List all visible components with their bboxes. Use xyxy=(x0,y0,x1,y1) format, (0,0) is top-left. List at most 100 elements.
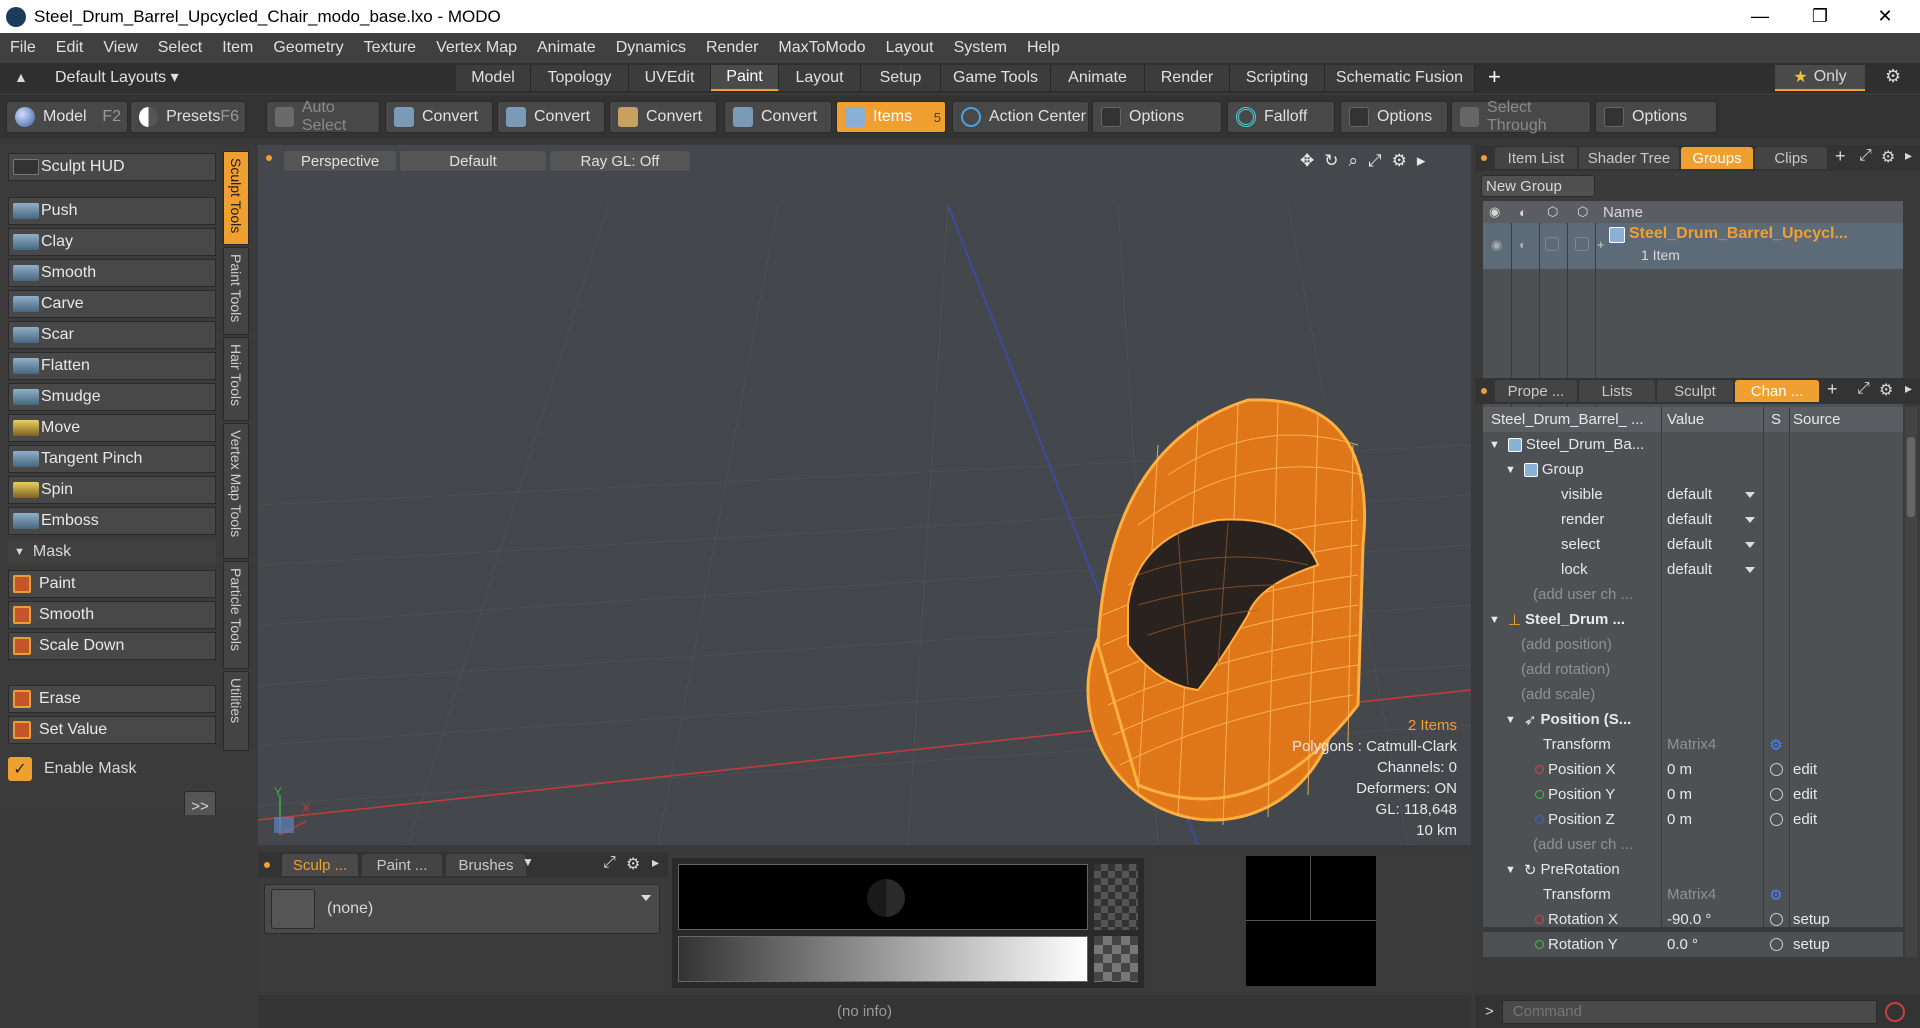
menu-maxtomodo[interactable]: MaxToModo xyxy=(768,39,875,57)
presets-button[interactable]: Presets F6 xyxy=(130,101,246,133)
menu-render[interactable]: Render xyxy=(696,39,768,57)
vtab-utilities[interactable]: Utilities xyxy=(223,671,249,751)
lock-checkbox[interactable] xyxy=(1545,237,1559,251)
options-button-3[interactable]: Options xyxy=(1595,101,1717,133)
tab-channels[interactable]: Chan ... xyxy=(1735,380,1819,402)
tab-sculpt[interactable]: Sculp ... xyxy=(282,854,358,876)
menu-dynamics[interactable]: Dynamics xyxy=(606,39,696,57)
tab-game-tools[interactable]: Game Tools xyxy=(941,65,1051,91)
convert-button-4[interactable]: Convert xyxy=(724,101,832,133)
play-icon[interactable]: ▸ xyxy=(1417,151,1426,171)
channel-row[interactable]: Transform Matrix4 ⚙ xyxy=(1483,732,1903,757)
lock-icon[interactable]: ⬡ xyxy=(1547,204,1558,220)
vtab-particle-tools[interactable]: Particle Tools xyxy=(223,561,249,669)
tab-uvedit[interactable]: UVEdit xyxy=(629,65,711,91)
menu-edit[interactable]: Edit xyxy=(46,39,94,57)
dropdown-arrow-icon[interactable] xyxy=(1745,567,1755,573)
tool-smudge[interactable]: Smudge xyxy=(8,383,216,411)
menu-layout[interactable]: Layout xyxy=(876,39,944,57)
set-value-button[interactable]: Set Value xyxy=(8,716,216,744)
state-circle-icon[interactable] xyxy=(1769,763,1783,776)
enable-mask-toggle[interactable]: ✓ Enable Mask xyxy=(8,754,216,784)
menu-file[interactable]: File xyxy=(0,39,46,57)
channel-row[interactable]: ▼ ⊥ Steel_Drum ... xyxy=(1483,607,1903,632)
vtab-sculpt-tools[interactable]: Sculpt Tools xyxy=(223,151,249,245)
maximize-icon[interactable]: ⤢ xyxy=(603,854,616,872)
tool-carve[interactable]: Carve xyxy=(8,290,216,318)
layout-up-icon[interactable]: ▲ xyxy=(14,69,28,85)
channel-row[interactable]: Position Z0 m edit xyxy=(1483,807,1903,832)
convert-button-3[interactable]: Convert xyxy=(609,101,717,133)
convert-button-2[interactable]: Convert xyxy=(497,101,605,133)
mask-tool-smooth[interactable]: Smooth xyxy=(8,601,216,629)
mask-tool-paint[interactable]: Paint xyxy=(8,570,216,598)
tab-clips[interactable]: Clips xyxy=(1755,147,1827,169)
add-layout-button[interactable]: + xyxy=(1488,64,1501,90)
channel-row[interactable]: (add user ch ... xyxy=(1483,832,1903,857)
tool-move[interactable]: Move xyxy=(8,414,216,442)
options-button-2[interactable]: Options xyxy=(1340,101,1448,133)
vtab-vertex-map-tools[interactable]: Vertex Map Tools xyxy=(223,423,249,559)
link-gear-icon[interactable]: ⚙ xyxy=(1769,886,1782,904)
menu-texture[interactable]: Texture xyxy=(354,39,426,57)
tab-paint[interactable]: Paint xyxy=(711,65,779,91)
eye-icon[interactable]: ◉ xyxy=(1491,237,1502,253)
zoom-icon[interactable]: ⌕ xyxy=(1349,151,1359,171)
channel-row[interactable]: select default xyxy=(1483,532,1903,557)
menu-vertex-map[interactable]: Vertex Map xyxy=(426,39,527,57)
maximize-icon[interactable]: ⤢ xyxy=(1368,151,1382,171)
select-icon[interactable]: ⬡ xyxy=(1577,204,1588,220)
action-center-button[interactable]: Action Center xyxy=(952,101,1089,133)
viewport-dot-icon[interactable] xyxy=(266,155,272,161)
tab-shader-tree[interactable]: Shader Tree xyxy=(1579,147,1679,169)
state-circle-icon[interactable] xyxy=(1769,913,1783,926)
tab-animate[interactable]: Animate xyxy=(1051,65,1145,91)
raygl-button[interactable]: Ray GL: Off xyxy=(550,151,690,171)
only-toggle[interactable]: ★ Only xyxy=(1775,65,1865,91)
tab-dropdown-icon[interactable]: ▼ xyxy=(522,855,534,869)
channel-row[interactable]: ▼ Steel_Drum_Ba... xyxy=(1483,432,1903,457)
preset-selector[interactable]: (none) xyxy=(264,884,660,934)
render-icon[interactable]: ◐ xyxy=(1519,237,1527,252)
channel-row[interactable]: Position Y0 m edit xyxy=(1483,782,1903,807)
tool-emboss[interactable]: Emboss xyxy=(8,507,216,535)
minimize-button[interactable]: — xyxy=(1730,0,1790,33)
render-icon[interactable]: ◐ xyxy=(1519,205,1527,220)
vtab-paint-tools[interactable]: Paint Tools xyxy=(223,247,249,335)
3d-viewport[interactable]: Y X Perspective Default Ray GL: Off ✥ ↻ … xyxy=(258,145,1471,845)
gear-icon[interactable]: ⚙ xyxy=(1879,380,1893,400)
tab-sculpt[interactable]: Sculpt xyxy=(1657,380,1733,402)
gear-icon[interactable]: ⚙ xyxy=(1881,147,1895,167)
pan-icon[interactable]: ✥ xyxy=(1300,151,1314,171)
gear-icon[interactable]: ⚙ xyxy=(1392,151,1407,171)
channel-row[interactable]: (add position) xyxy=(1483,632,1903,657)
tab-item-list[interactable]: Item List xyxy=(1495,147,1577,169)
channel-row[interactable]: Rotation Y 0.0 ° setup xyxy=(1483,932,1903,957)
tab-lists[interactable]: Lists xyxy=(1579,380,1655,402)
channel-row[interactable]: Position X0 m edit xyxy=(1483,757,1903,782)
panel-dot-icon[interactable] xyxy=(1481,388,1487,394)
group-row[interactable]: ◉ ◐ + Steel_Drum_Barrel_Upcycl... 1 Item xyxy=(1483,223,1903,269)
erase-button[interactable]: Erase xyxy=(8,685,216,713)
tab-brushes[interactable]: Brushes xyxy=(446,854,526,876)
tool-clay[interactable]: Clay xyxy=(8,228,216,256)
tool-spin[interactable]: Spin xyxy=(8,476,216,504)
play-icon[interactable]: ▸ xyxy=(1905,380,1912,397)
gear-icon[interactable]: ⚙ xyxy=(626,854,640,874)
add-tab-icon[interactable]: + xyxy=(1827,379,1838,400)
state-circle-icon[interactable] xyxy=(1769,813,1783,826)
channel-row[interactable]: (add scale) xyxy=(1483,682,1903,707)
vtab-hair-tools[interactable]: Hair Tools xyxy=(223,337,249,421)
channel-row[interactable]: (add rotation) xyxy=(1483,657,1903,682)
options-button-1[interactable]: Options xyxy=(1092,101,1222,133)
channel-row[interactable]: Rotation X -90.0 ° setup xyxy=(1483,907,1903,932)
select-through-button[interactable]: Select Through xyxy=(1451,99,1591,134)
tool-smooth[interactable]: Smooth xyxy=(8,259,216,287)
menu-animate[interactable]: Animate xyxy=(527,39,606,57)
channel-row[interactable]: lock default xyxy=(1483,557,1903,582)
items-button[interactable]: Items 5 xyxy=(836,101,946,133)
maximize-button[interactable]: ❐ xyxy=(1790,0,1850,33)
convert-button-1[interactable]: Convert xyxy=(385,101,493,133)
state-circle-icon[interactable] xyxy=(1769,938,1783,951)
panel-dot-icon[interactable] xyxy=(1481,155,1487,161)
